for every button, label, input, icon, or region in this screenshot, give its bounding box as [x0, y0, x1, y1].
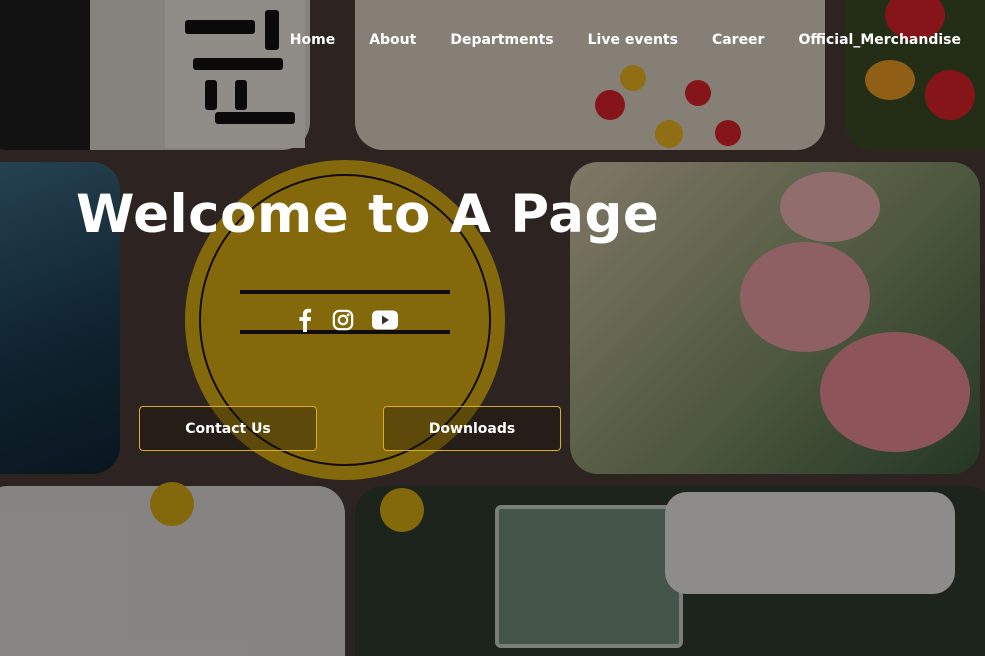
- contact-us-button[interactable]: Contact Us: [139, 406, 317, 451]
- nav-live-events[interactable]: Live events: [588, 30, 678, 50]
- hero-title: Welcome to A Page: [76, 184, 660, 245]
- facebook-icon[interactable]: [296, 308, 314, 332]
- nav-career[interactable]: Career: [712, 30, 765, 50]
- background-collage: [0, 0, 985, 656]
- nav-about[interactable]: About: [369, 30, 416, 50]
- instagram-icon[interactable]: [332, 309, 354, 331]
- social-links: [296, 308, 398, 332]
- nav-official-merchandise[interactable]: Official_Merchandise: [798, 30, 961, 50]
- dark-overlay: [0, 0, 985, 656]
- youtube-icon[interactable]: [372, 310, 398, 330]
- main-nav: Home About Departments Live events Caree…: [256, 30, 961, 50]
- nav-departments[interactable]: Departments: [450, 30, 553, 50]
- downloads-button[interactable]: Downloads: [383, 406, 561, 451]
- nav-home[interactable]: Home: [290, 30, 335, 50]
